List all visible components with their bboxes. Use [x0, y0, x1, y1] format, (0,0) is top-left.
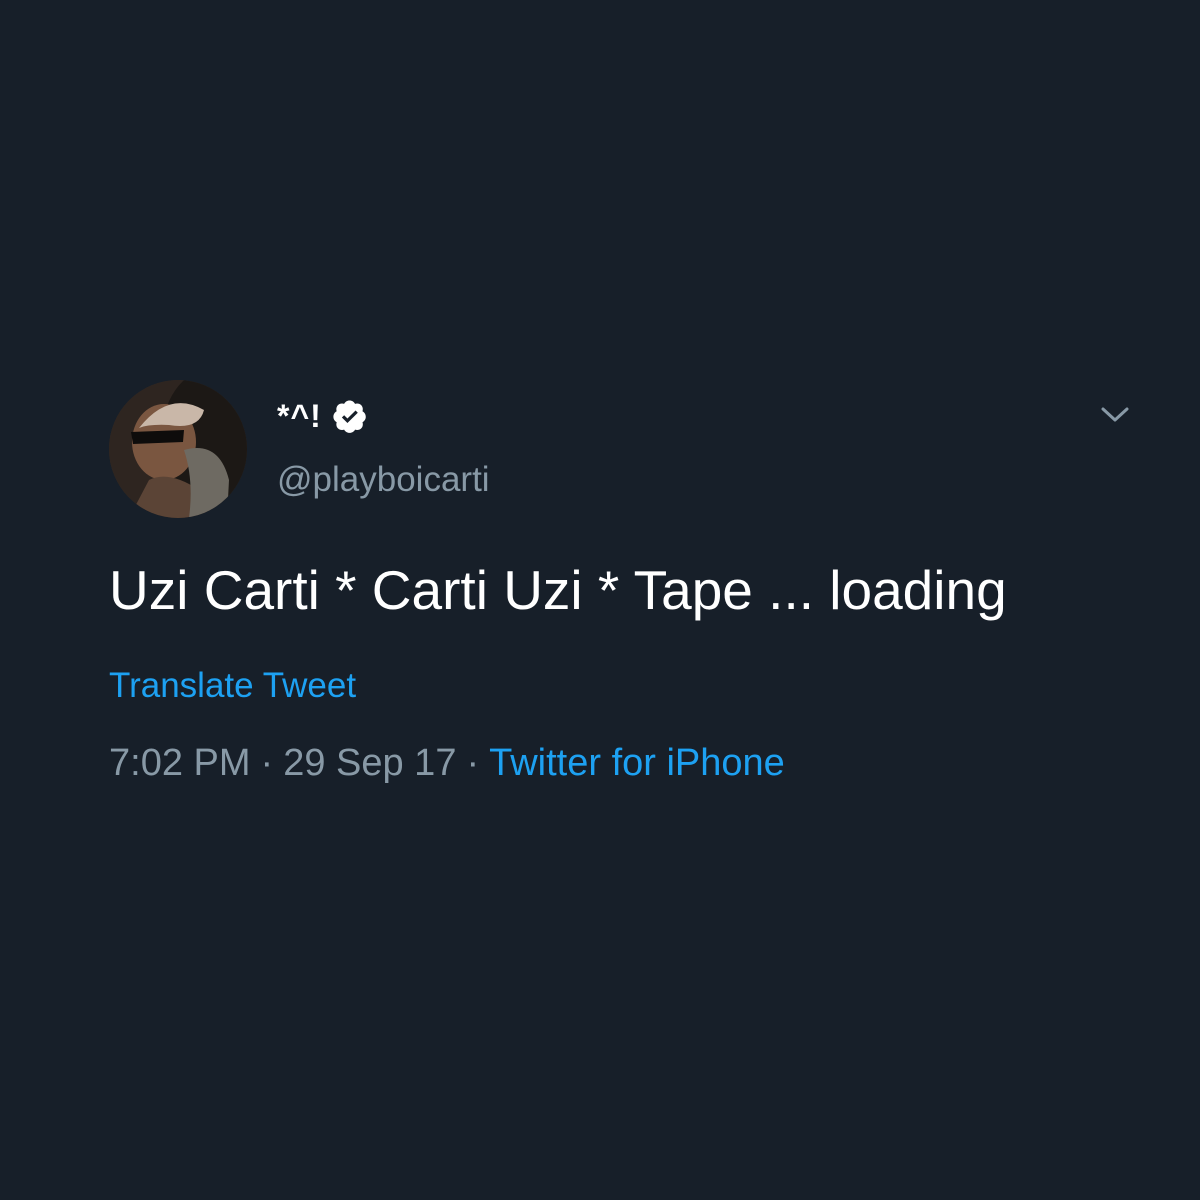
- tweet-screenshot: *^! @playboicarti Uzi Carti * Carti Uzi …: [0, 0, 1200, 1200]
- meta-separator: ·: [466, 742, 480, 784]
- user-handle[interactable]: @playboicarti: [277, 460, 490, 500]
- tweet-meta: 7:02 PM · 29 Sep 17 · Twitter for iPhone: [109, 742, 785, 785]
- chevron-down-icon[interactable]: [1099, 402, 1131, 426]
- avatar-image: [109, 380, 247, 518]
- tweet-time[interactable]: 7:02 PM: [109, 742, 251, 784]
- display-name[interactable]: *^!: [277, 398, 322, 435]
- tweet-text: Uzi Carti * Carti Uzi * Tape ... loading: [109, 559, 1007, 621]
- translate-tweet-link[interactable]: Translate Tweet: [109, 666, 356, 706]
- tweet-date[interactable]: 29 Sep 17: [283, 742, 456, 784]
- avatar[interactable]: [109, 380, 247, 518]
- meta-separator: ·: [260, 742, 274, 784]
- display-name-row: *^!: [277, 394, 368, 438]
- verified-badge-icon: [333, 400, 366, 433]
- tweet-source-link[interactable]: Twitter for iPhone: [489, 742, 785, 784]
